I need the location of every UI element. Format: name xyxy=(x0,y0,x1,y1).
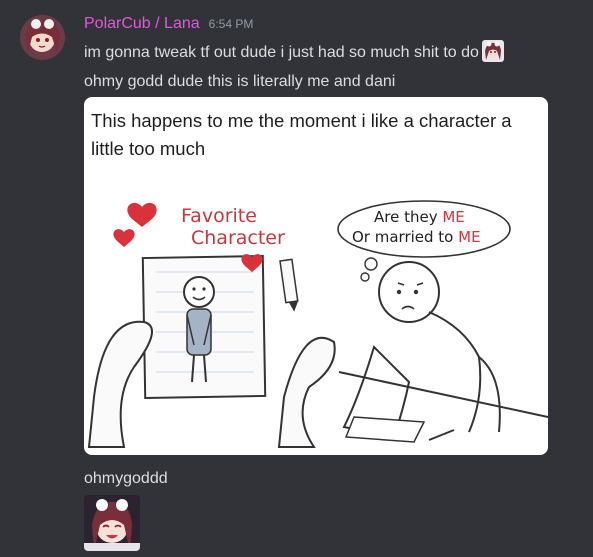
favorite-character-label: Favorite Character xyxy=(181,205,285,249)
message-line-3: ohmygoddd xyxy=(84,470,168,487)
timestamp[interactable]: 6:54 PM xyxy=(209,17,254,31)
message-text-1: im gonna tweak tf out dude i just had so… xyxy=(84,44,479,61)
anime-girl-emoji-icon[interactable] xyxy=(481,40,504,62)
image-attachment[interactable]: This happens to me the moment i like a c… xyxy=(84,97,548,455)
message-header: PolarCub / Lana 6:54 PM xyxy=(84,15,253,37)
chat-message: PolarCub / Lana 6:54 PM im gonna tweak t… xyxy=(0,0,593,557)
worried-figure xyxy=(338,261,548,443)
meme-illustration: Favorite Character Are they ME Or marrie… xyxy=(87,200,548,448)
svg-text:Are they ME: Are they ME xyxy=(374,208,465,226)
username[interactable]: PolarCub / Lana xyxy=(84,15,200,33)
svg-text:Or married to ME: Or married to ME xyxy=(352,228,481,246)
svg-text:Character: Character xyxy=(191,227,285,249)
svg-text:Favorite: Favorite xyxy=(181,205,257,227)
user-avatar[interactable] xyxy=(20,15,65,60)
message-line-1: im gonna tweak tf out dude i just had so… xyxy=(84,40,504,64)
message-line-2: ohmy godd dude this is literally me and … xyxy=(84,73,396,90)
anime-girl-sticker-icon[interactable] xyxy=(84,495,140,551)
